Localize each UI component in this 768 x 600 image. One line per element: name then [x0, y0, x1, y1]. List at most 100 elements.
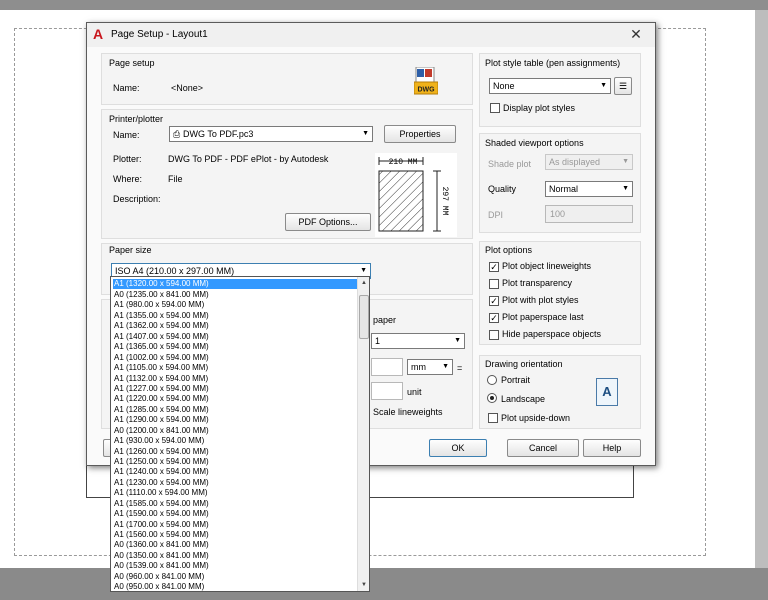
- autocad-a-icon: A: [93, 26, 104, 42]
- plot-with-plot-styles-label: Plot with plot styles: [502, 295, 579, 305]
- description-label: Description:: [113, 194, 161, 204]
- unit-combo[interactable]: mm ▼: [407, 359, 453, 375]
- hide-paperspace-objects-checkbox[interactable]: [489, 330, 499, 340]
- dpi-input[interactable]: 100: [545, 205, 633, 223]
- paper-size-option[interactable]: A1 (1290.00 x 594.00 MM): [113, 415, 357, 425]
- preview-width-label: 210 MM: [389, 158, 418, 167]
- paper-size-option[interactable]: A1 (1220.00 x 594.00 MM): [113, 394, 357, 404]
- plotter-label: Plotter:: [113, 154, 142, 164]
- plot-style-value: None: [493, 81, 515, 91]
- close-button[interactable]: ✕: [621, 25, 651, 43]
- shade-plot-combo[interactable]: As displayed ▼: [545, 154, 633, 170]
- plot-transparency-label: Plot transparency: [502, 278, 573, 288]
- paper-size-option[interactable]: A1 (1365.00 x 594.00 MM): [113, 342, 357, 352]
- display-plot-styles-checkbox[interactable]: [490, 103, 500, 113]
- paper-size-option[interactable]: A1 (1285.00 x 594.00 MM): [113, 405, 357, 415]
- plot-options-title: Plot options: [485, 245, 533, 255]
- plot-style-combo[interactable]: None ▼: [489, 78, 611, 94]
- paper-size-option[interactable]: A1 (1240.00 x 594.00 MM): [113, 467, 357, 477]
- dropdown-scrollbar[interactable]: ▲ ▼: [357, 277, 369, 591]
- fit-to-paper-text: paper: [373, 315, 397, 325]
- unit-label: unit: [407, 387, 422, 397]
- paper-size-option[interactable]: A1 (1585.00 x 594.00 MM): [113, 499, 357, 509]
- paper-size-option[interactable]: A0 (1235.00 x 841.00 MM): [113, 290, 357, 300]
- paper-size-option[interactable]: A0 (950.00 x 841.00 MM): [113, 582, 357, 591]
- paper-size-option[interactable]: A1 (1362.00 x 594.00 MM): [113, 321, 357, 331]
- plot-with-plot-styles-checkbox[interactable]: ✓: [489, 296, 499, 306]
- portrait-label: Portrait: [501, 375, 531, 385]
- paper-size-option[interactable]: A0 (1360.00 x 841.00 MM): [113, 540, 357, 550]
- paper-size-option[interactable]: A0 (960.00 x 841.00 MM): [113, 572, 357, 582]
- scroll-down-icon[interactable]: ▼: [358, 579, 369, 591]
- paper-size-option[interactable]: A1 (1227.00 x 594.00 MM): [113, 384, 357, 394]
- printer-plotter-title: Printer/plotter: [109, 114, 164, 124]
- paper-size-title: Paper size: [109, 245, 152, 255]
- cancel-button[interactable]: Cancel: [507, 439, 579, 457]
- scale-combo[interactable]: 1 ▼: [371, 333, 465, 349]
- chevron-down-icon: ▼: [362, 130, 369, 137]
- properties-button[interactable]: Properties: [384, 125, 456, 143]
- canvas-edge: [755, 10, 768, 568]
- plot-paperspace-last-label: Plot paperspace last: [502, 312, 584, 322]
- paper-size-option[interactable]: A1 (1320.00 x 594.00 MM): [113, 279, 357, 289]
- plot-object-lineweights-label: Plot object lineweights: [502, 261, 592, 271]
- paper-size-option[interactable]: A1 (1250.00 x 594.00 MM): [113, 457, 357, 467]
- shade-plot-label: Shade plot: [488, 159, 532, 169]
- dwg-icon-text: DWG: [417, 87, 435, 94]
- scale-value: 1: [375, 336, 381, 346]
- printer-icon: ⎙: [173, 129, 181, 139]
- quality-value: Normal: [549, 184, 579, 194]
- printer-name-label: Name:: [113, 130, 140, 140]
- paper-size-option[interactable]: A1 (1110.00 x 594.00 MM): [113, 488, 357, 498]
- scale-denominator-input[interactable]: [371, 382, 403, 400]
- scale-lineweights-label: Scale lineweights: [373, 407, 443, 417]
- paper-size-option[interactable]: A0 (1539.00 x 841.00 MM): [113, 561, 357, 571]
- scrollbar-thumb[interactable]: [359, 295, 369, 339]
- preview-height-label: 297 MM: [440, 187, 449, 216]
- scroll-up-icon[interactable]: ▲: [358, 277, 369, 289]
- where-value: File: [168, 174, 183, 184]
- paper-size-option[interactable]: A1 (1132.00 x 594.00 MM): [113, 374, 357, 384]
- chevron-down-icon: ▼: [600, 82, 607, 89]
- paper-size-option[interactable]: A1 (1002.00 x 594.00 MM): [113, 353, 357, 363]
- plot-upside-down-checkbox[interactable]: [488, 413, 498, 423]
- portrait-radio[interactable]: [487, 375, 497, 385]
- plot-object-lineweights-checkbox[interactable]: ✓: [489, 262, 499, 272]
- paper-size-option[interactable]: A1 (1407.00 x 594.00 MM): [113, 332, 357, 342]
- edit-plot-style-button[interactable]: ☰: [614, 77, 632, 95]
- chevron-down-icon: ▼: [622, 158, 629, 165]
- shaded-viewport-title: Shaded viewport options: [485, 138, 584, 148]
- paper-size-dropdown-list[interactable]: A1 (1320.00 x 594.00 MM) A0 (1235.00 x 8…: [110, 276, 370, 592]
- paper-size-option[interactable]: A1 (980.00 x 594.00 MM): [113, 300, 357, 310]
- chevron-down-icon: ▼: [454, 337, 461, 344]
- scale-numerator-input[interactable]: [371, 358, 403, 376]
- plot-transparency-checkbox[interactable]: [489, 279, 499, 289]
- page-setup-name-label: Name:: [113, 83, 140, 93]
- ok-button[interactable]: OK: [429, 439, 487, 457]
- paper-size-option[interactable]: A1 (1260.00 x 594.00 MM): [113, 447, 357, 457]
- paper-size-option[interactable]: A0 (1350.00 x 841.00 MM): [113, 551, 357, 561]
- quality-combo[interactable]: Normal ▼: [545, 181, 633, 197]
- landscape-radio[interactable]: [487, 393, 497, 403]
- paper-size-option[interactable]: A1 (1700.00 x 594.00 MM): [113, 520, 357, 530]
- paper-size-option[interactable]: A1 (1230.00 x 594.00 MM): [113, 478, 357, 488]
- paper-preview: 210 MM 297 MM: [375, 153, 457, 237]
- paper-size-option[interactable]: A1 (930.00 x 594.00 MM): [113, 436, 357, 446]
- where-label: Where:: [113, 174, 143, 184]
- title-bar[interactable]: A Page Setup - Layout1 ✕: [87, 23, 655, 47]
- plot-paperspace-last-checkbox[interactable]: ✓: [489, 313, 499, 323]
- page-setup-title: Page setup: [109, 58, 155, 68]
- chevron-down-icon: ▼: [442, 363, 449, 370]
- paper-size-option[interactable]: A1 (1355.00 x 594.00 MM): [113, 311, 357, 321]
- paper-size-option[interactable]: A1 (1560.00 x 594.00 MM): [113, 530, 357, 540]
- printer-name-value: DWG To PDF.pc3: [183, 129, 254, 139]
- paper-size-option[interactable]: A1 (1105.00 x 594.00 MM): [113, 363, 357, 373]
- paper-size-option[interactable]: A1 (1590.00 x 594.00 MM): [113, 509, 357, 519]
- printer-name-combo[interactable]: ⎙ DWG To PDF.pc3 ▼: [169, 126, 373, 142]
- page-setup-name-value: <None>: [171, 83, 204, 93]
- unit-value: mm: [411, 362, 426, 372]
- help-button[interactable]: Help: [583, 439, 641, 457]
- display-plot-styles-label: Display plot styles: [503, 103, 576, 113]
- paper-size-option[interactable]: A0 (1200.00 x 841.00 MM): [113, 426, 357, 436]
- pdf-options-button[interactable]: PDF Options...: [285, 213, 371, 231]
